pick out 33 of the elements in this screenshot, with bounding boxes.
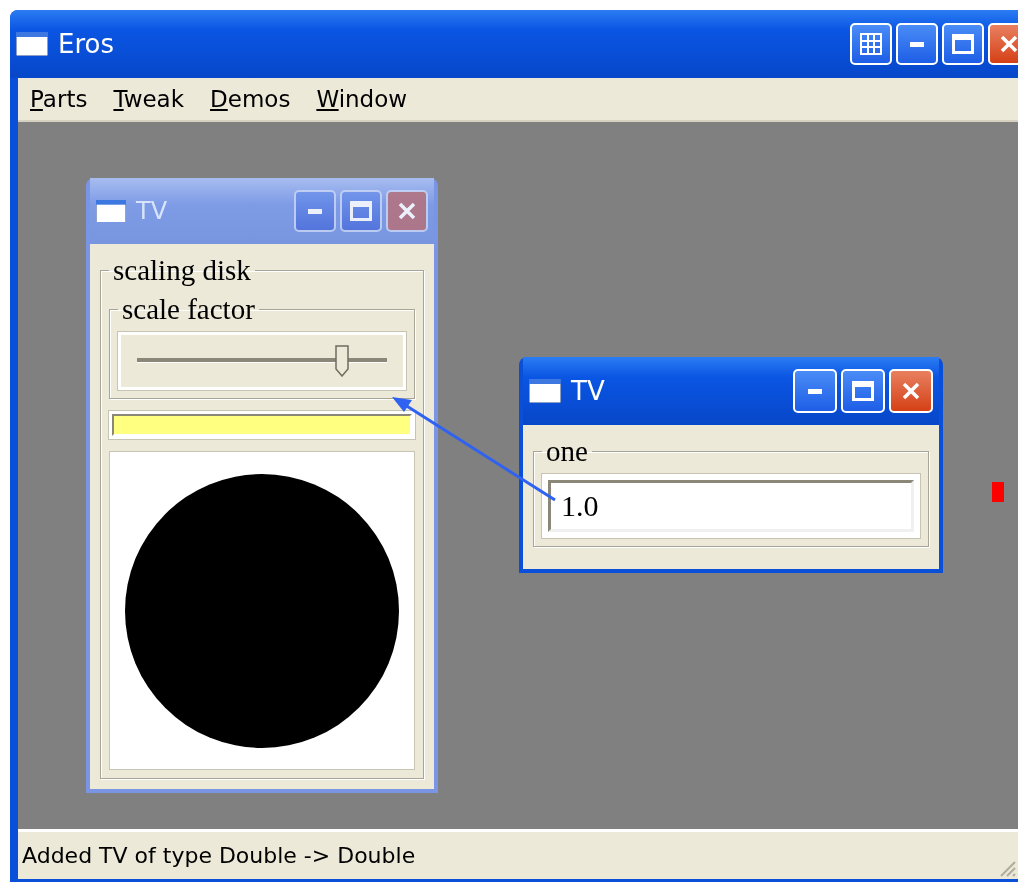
window-icon <box>96 199 126 223</box>
group-label: scale factor <box>121 293 256 326</box>
close-icon <box>999 34 1018 54</box>
menu-item[interactable]: Tweak <box>113 86 185 112</box>
window-title: TV <box>571 376 606 406</box>
maximize-icon <box>952 34 974 54</box>
close-icon <box>397 201 417 221</box>
status-text: Added TV of type Double -> Double <box>22 843 416 868</box>
minimize-icon <box>308 208 322 214</box>
maximize-button[interactable] <box>340 190 382 232</box>
value-field[interactable]: 1.0 <box>548 480 914 532</box>
group-label: one <box>545 435 589 468</box>
minimize-icon <box>910 41 924 47</box>
close-button[interactable] <box>386 190 428 232</box>
grid-icon <box>860 33 882 55</box>
window-title: Eros <box>58 29 115 59</box>
menu-item[interactable]: Window <box>316 86 408 112</box>
slider-track[interactable] <box>137 345 387 377</box>
minimize-button[interactable] <box>294 190 336 232</box>
menu-item[interactable]: Parts <box>30 86 88 112</box>
group-label: scaling disk <box>112 254 252 287</box>
window-icon <box>16 32 48 56</box>
window-title: TV <box>136 197 169 225</box>
marker <box>992 482 1004 502</box>
slider-thumb[interactable] <box>335 345 349 377</box>
minimize-icon <box>808 388 822 394</box>
menu-item[interactable]: Demos <box>210 86 291 112</box>
maximize-icon <box>852 381 874 401</box>
window-icon <box>529 379 561 403</box>
maximize-icon <box>350 201 372 221</box>
grid-button[interactable] <box>850 23 892 65</box>
close-icon <box>901 381 921 401</box>
resize-grip-icon <box>1000 861 1016 877</box>
